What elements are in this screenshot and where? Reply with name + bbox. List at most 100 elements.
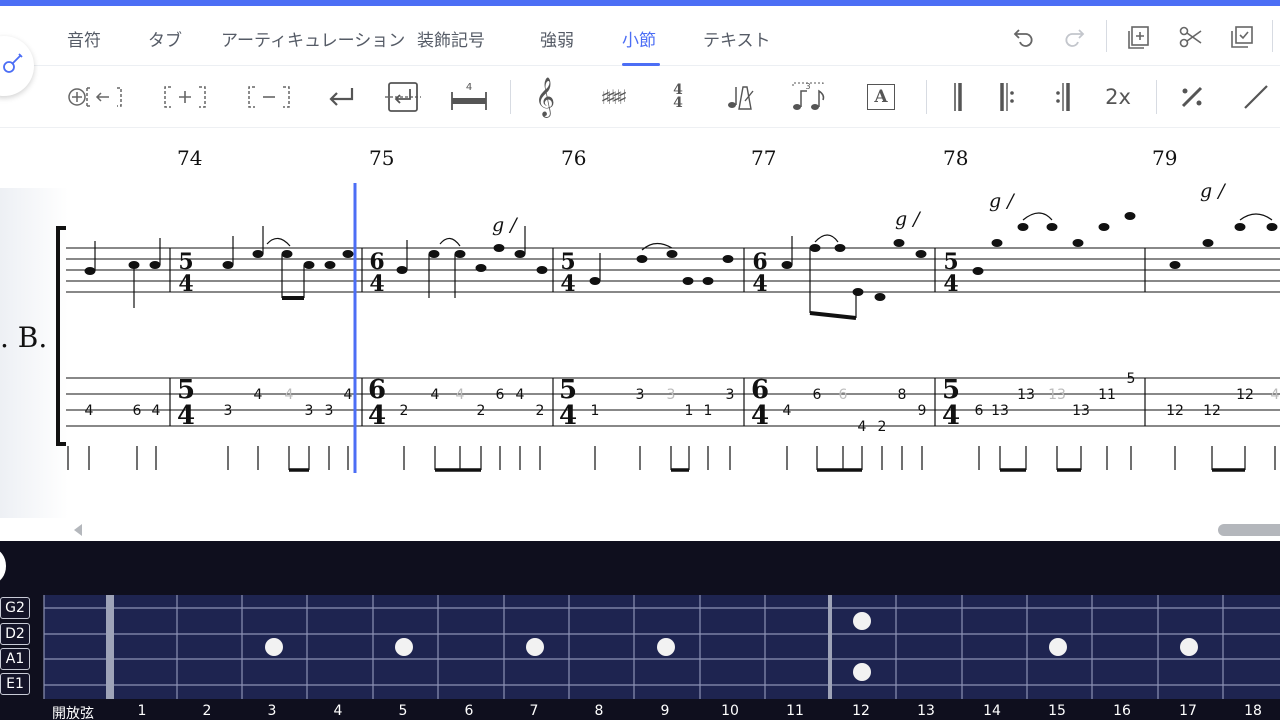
tab-number: 6 <box>975 403 984 419</box>
tab-number: 4 <box>516 387 525 403</box>
time-sig-bottom: 4 <box>369 271 384 297</box>
grace-annotation: g / <box>492 214 518 236</box>
section-length-icon: 4 <box>451 82 487 110</box>
system-bracket <box>56 226 66 446</box>
tab-time-sig-bottom: 4 <box>751 401 769 431</box>
scroll-left-arrow-icon[interactable] <box>74 524 82 536</box>
tab-time-sig-bottom: 4 <box>177 401 195 431</box>
tab-dynamics[interactable]: 強弱 <box>540 26 574 51</box>
fretboard-panel: G2 D2 A1 E1 開放弦 1 2 3 4 5 6 7 8 9 10 11 … <box>0 541 1280 720</box>
add-page-icon[interactable] <box>1126 24 1152 54</box>
fretboard[interactable] <box>0 541 1280 720</box>
category-tab-bar: 音符 タブ アーティキュレーション 装飾記号 強弱 小節 テキスト <box>0 6 1280 66</box>
tab-number: 5 <box>1127 371 1136 387</box>
fret-number: 10 <box>721 703 739 719</box>
line-break-button[interactable] <box>322 78 360 116</box>
key-signature-button[interactable]: ♯♯♯♯ <box>590 78 634 116</box>
tab-number: 8 <box>898 387 907 403</box>
fret-number: 9 <box>660 703 670 719</box>
grace-annotation: g / <box>989 190 1015 212</box>
barline-button[interactable] <box>946 78 968 116</box>
fret-number: 17 <box>1179 703 1197 719</box>
copy-icon[interactable] <box>1229 24 1255 54</box>
tab-number: 4 <box>1271 387 1280 403</box>
tab-number: 6 <box>133 403 142 419</box>
divider <box>1106 20 1107 52</box>
section-length-label: 4 <box>466 82 472 93</box>
score-view[interactable]: 74 75 76 77 78 79 . B. 5 4 6 4 5 4 6 4 5… <box>0 128 1280 540</box>
tab-number: 4 <box>783 403 792 419</box>
tab-number: 4 <box>456 387 465 403</box>
line-break-icon <box>329 88 354 106</box>
page-break-button[interactable] <box>382 78 424 116</box>
add-measure-before-button[interactable] <box>64 78 126 116</box>
fret-number: 6 <box>464 703 474 719</box>
tab-notes[interactable]: 音符 <box>67 26 101 51</box>
tab-number: 13 <box>1048 387 1066 403</box>
fret-number: 3 <box>267 703 277 719</box>
repeat-count-button[interactable]: 2x <box>1100 78 1136 116</box>
time-sig-bottom: 4 <box>752 271 767 297</box>
tab-number: 3 <box>636 387 645 403</box>
section-length-button[interactable]: 4 <box>446 78 492 116</box>
nut <box>106 595 114 699</box>
divider <box>1272 20 1273 52</box>
time-sig-bottom: 4 <box>178 271 193 297</box>
score-svg: 54 64 54 64 54 54 64 54 64 54 g / g / g … <box>56 180 1280 473</box>
cut-icon[interactable] <box>1178 24 1204 54</box>
clef-button[interactable]: 𝄞 <box>530 78 560 116</box>
barline-icon <box>954 83 962 111</box>
fret-number: 13 <box>917 703 935 719</box>
text-box-icon: A <box>867 84 895 110</box>
tab-number: 4 <box>858 419 867 435</box>
time-sig-bottom: 4 <box>943 271 958 297</box>
repeat-end-icon <box>1056 83 1070 111</box>
slash-button[interactable] <box>1240 78 1272 116</box>
fret-number: 16 <box>1113 703 1131 719</box>
key-signature-icon: ♯♯♯♯ <box>600 85 628 109</box>
tab-number: 12 <box>1236 387 1254 403</box>
tab-text[interactable]: テキスト <box>703 26 771 51</box>
tab-number: 2 <box>878 419 887 435</box>
time-signature-button[interactable]: 4 4 <box>664 78 692 116</box>
treble-clef-icon: 𝄞 <box>534 77 556 117</box>
repeat-start-button[interactable] <box>996 78 1018 116</box>
tab-number: 2 <box>400 403 409 419</box>
repeat-end-button[interactable] <box>1052 78 1074 116</box>
fret-number: 1 <box>137 703 147 719</box>
horizontal-scrollbar[interactable] <box>1218 524 1280 536</box>
tab-number: 4 <box>285 387 294 403</box>
text-box-button[interactable]: A <box>864 78 898 116</box>
delete-measure-button[interactable] <box>244 78 294 116</box>
tab-ornaments[interactable]: 装飾記号 <box>417 26 485 51</box>
tab-measure[interactable]: 小節 <box>622 26 656 51</box>
tab-number: 12 <box>1203 403 1221 419</box>
tab-number: 4 <box>431 387 440 403</box>
tuplet-button[interactable]: 3 <box>788 78 828 116</box>
insert-measure-button[interactable] <box>160 78 210 116</box>
divider <box>510 80 511 114</box>
fret-number: 11 <box>786 703 804 719</box>
tab-number: 13 <box>991 403 1009 419</box>
simile-button[interactable] <box>1176 78 1208 116</box>
fret-number: 8 <box>594 703 604 719</box>
delete-measure-icon <box>248 86 290 108</box>
open-string-label: 開放弦 <box>52 706 94 720</box>
tab-tab[interactable]: タブ <box>148 26 182 51</box>
repeat-start-icon <box>1000 83 1014 111</box>
undo-icon[interactable] <box>1012 24 1036 52</box>
time-sig-bottom: 4 <box>560 271 575 297</box>
tab-number: 6 <box>839 387 848 403</box>
tab-number: 4 <box>85 403 94 419</box>
twelfth-fret-marker-line <box>828 595 832 699</box>
tab-time-sig-bottom: 4 <box>942 401 960 431</box>
tab-number: 12 <box>1166 403 1184 419</box>
tempo-button[interactable] <box>722 78 756 116</box>
time-signature-icon: 4 4 <box>673 83 683 110</box>
tab-number: 6 <box>496 387 505 403</box>
fret-number: 5 <box>398 703 408 719</box>
tab-articulation[interactable]: アーティキュレーション <box>221 26 405 51</box>
redo-icon[interactable] <box>1062 24 1086 52</box>
simile-icon <box>1181 86 1203 108</box>
repeat-count-label: 2x <box>1105 85 1131 109</box>
